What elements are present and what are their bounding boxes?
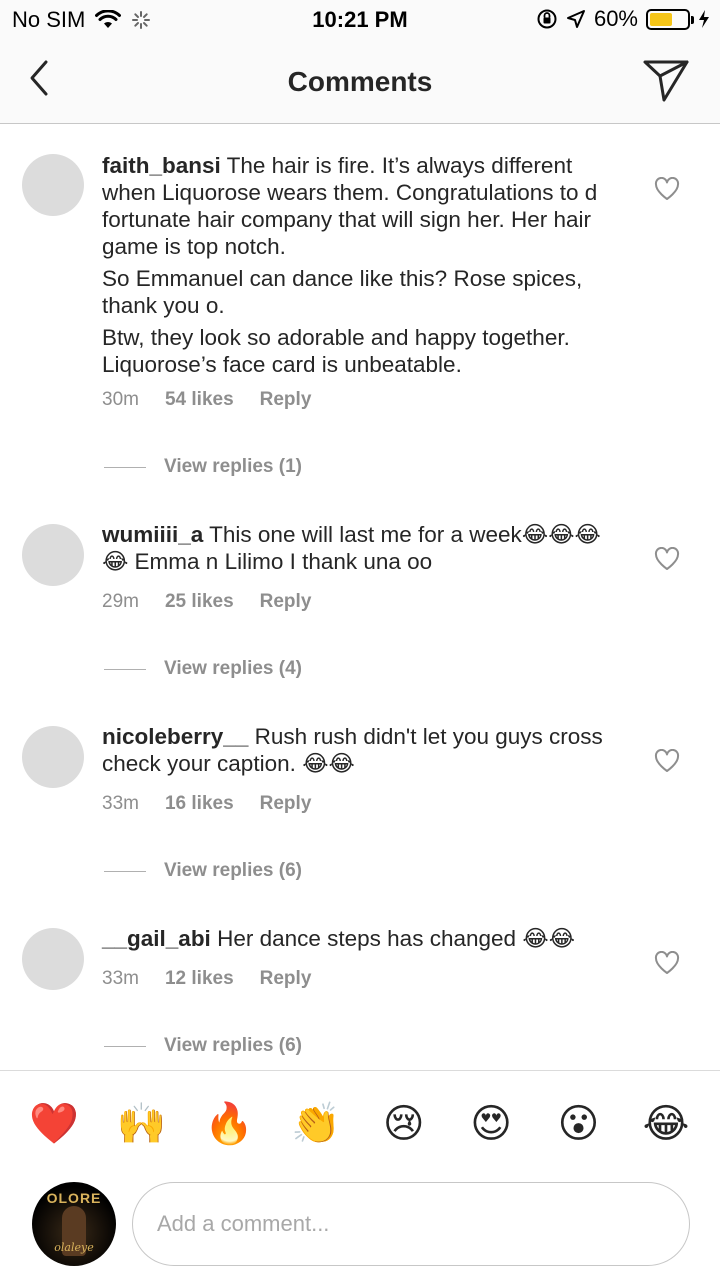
comments-list[interactable]: faith_bansi The hair is fire. It’s alway… <box>0 125 720 1070</box>
avatar-logo-text: OLORE <box>46 1190 102 1206</box>
comment-time: 29m <box>102 591 139 612</box>
view-replies-label: View replies (1) <box>164 456 302 477</box>
comment-time: 30m <box>102 389 139 410</box>
comment-text: faith_bansi The hair is fire. It’s alway… <box>102 152 622 383</box>
replies-divider <box>104 668 146 670</box>
view-replies-label: View replies (4) <box>164 658 302 679</box>
comment-paragraph: Btw, they look so adorable and happy tog… <box>102 325 570 377</box>
share-button[interactable] <box>642 56 690 104</box>
raising-hands-emoji-button[interactable]: 🙌 <box>115 1100 167 1147</box>
comment-meta: 30m 54 likes Reply <box>102 389 337 411</box>
view-replies-label: View replies (6) <box>164 1035 302 1056</box>
comment-text: nicoleberry__ Rush rush didn't let you g… <box>102 723 622 782</box>
page-title: Comments <box>287 66 433 97</box>
location-arrow-icon <box>566 10 585 28</box>
comment-composer: OLORE olaleye <box>0 1176 720 1280</box>
comment-time: 33m <box>102 793 139 814</box>
emoji-bar: ❤️ 🙌 🔥 👏 😢 😍 😮 😂 <box>0 1070 720 1176</box>
view-replies-button[interactable]: View replies (1) <box>104 456 302 478</box>
likes-count[interactable]: 54 likes <box>165 389 234 411</box>
replies-divider <box>104 466 146 468</box>
heart-icon[interactable] <box>654 177 680 201</box>
battery-fill <box>650 12 672 26</box>
header: Comments <box>0 40 720 124</box>
avatar[interactable] <box>22 154 84 216</box>
avatar[interactable] <box>22 928 84 990</box>
replies-divider <box>104 870 146 872</box>
status-bar: No SIM 10:21 PM 60% <box>0 0 720 40</box>
comment-paragraph: Her dance steps has changed 😂😂 <box>217 926 575 951</box>
battery-percent: 60% <box>593 6 638 31</box>
likes-count[interactable]: 25 likes <box>165 591 234 613</box>
comment-text: wumiiii_a This one will last me for a we… <box>102 521 622 580</box>
battery-icon <box>646 8 694 30</box>
view-replies-button[interactable]: View replies (6) <box>104 860 302 882</box>
avatar[interactable] <box>22 524 84 586</box>
reply-button[interactable]: Reply <box>260 968 312 990</box>
paper-plane-icon <box>643 60 689 102</box>
view-replies-button[interactable]: View replies (4) <box>104 658 302 680</box>
likes-count[interactable]: 16 likes <box>165 793 234 815</box>
comment-username[interactable]: nicoleberry__ <box>102 724 248 749</box>
view-replies-label: View replies (6) <box>164 860 302 881</box>
tears-of-joy-emoji-button[interactable]: 😂 <box>640 1101 692 1147</box>
comment-username[interactable]: __gail_abi <box>102 926 211 951</box>
comment-paragraph: So Emmanuel can dance like this? Rose sp… <box>102 266 583 318</box>
comment-username[interactable]: wumiiii_a <box>102 522 203 547</box>
replies-divider <box>104 1045 146 1047</box>
reply-button[interactable]: Reply <box>260 389 312 411</box>
comment-meta: 29m 25 likes Reply <box>102 591 337 613</box>
add-comment-input[interactable] <box>132 1182 690 1266</box>
red-heart-emoji-button[interactable]: ❤️ <box>28 1100 80 1147</box>
heart-icon[interactable] <box>654 547 680 571</box>
comment-text: __gail_abi Her dance steps has changed 😂… <box>102 925 622 957</box>
avatar[interactable] <box>22 726 84 788</box>
surprised-face-emoji-button[interactable]: 😮 <box>553 1101 605 1147</box>
crying-face-emoji-button[interactable]: 😢 <box>378 1101 430 1147</box>
comment-username[interactable]: faith_bansi <box>102 153 221 178</box>
heart-eyes-emoji-button[interactable]: 😍 <box>465 1101 517 1147</box>
status-right: 60% <box>536 6 710 32</box>
comment-meta: 33m 12 likes Reply <box>102 968 337 990</box>
clapping-hands-emoji-button[interactable]: 👏 <box>290 1100 342 1147</box>
comment-time: 33m <box>102 968 139 989</box>
reply-button[interactable]: Reply <box>260 591 312 613</box>
comment-meta: 33m 16 likes Reply <box>102 793 337 815</box>
likes-count[interactable]: 12 likes <box>165 968 234 990</box>
view-replies-button[interactable]: View replies (6) <box>104 1035 302 1057</box>
avatar-signature: olaleye <box>54 1241 94 1254</box>
heart-icon[interactable] <box>654 749 680 773</box>
fire-emoji-button[interactable]: 🔥 <box>203 1100 255 1147</box>
reply-button[interactable]: Reply <box>260 793 312 815</box>
heart-icon[interactable] <box>654 951 680 975</box>
user-avatar[interactable]: OLORE olaleye <box>32 1182 116 1266</box>
charging-bolt-icon <box>699 10 709 28</box>
orientation-lock-icon <box>537 9 557 29</box>
